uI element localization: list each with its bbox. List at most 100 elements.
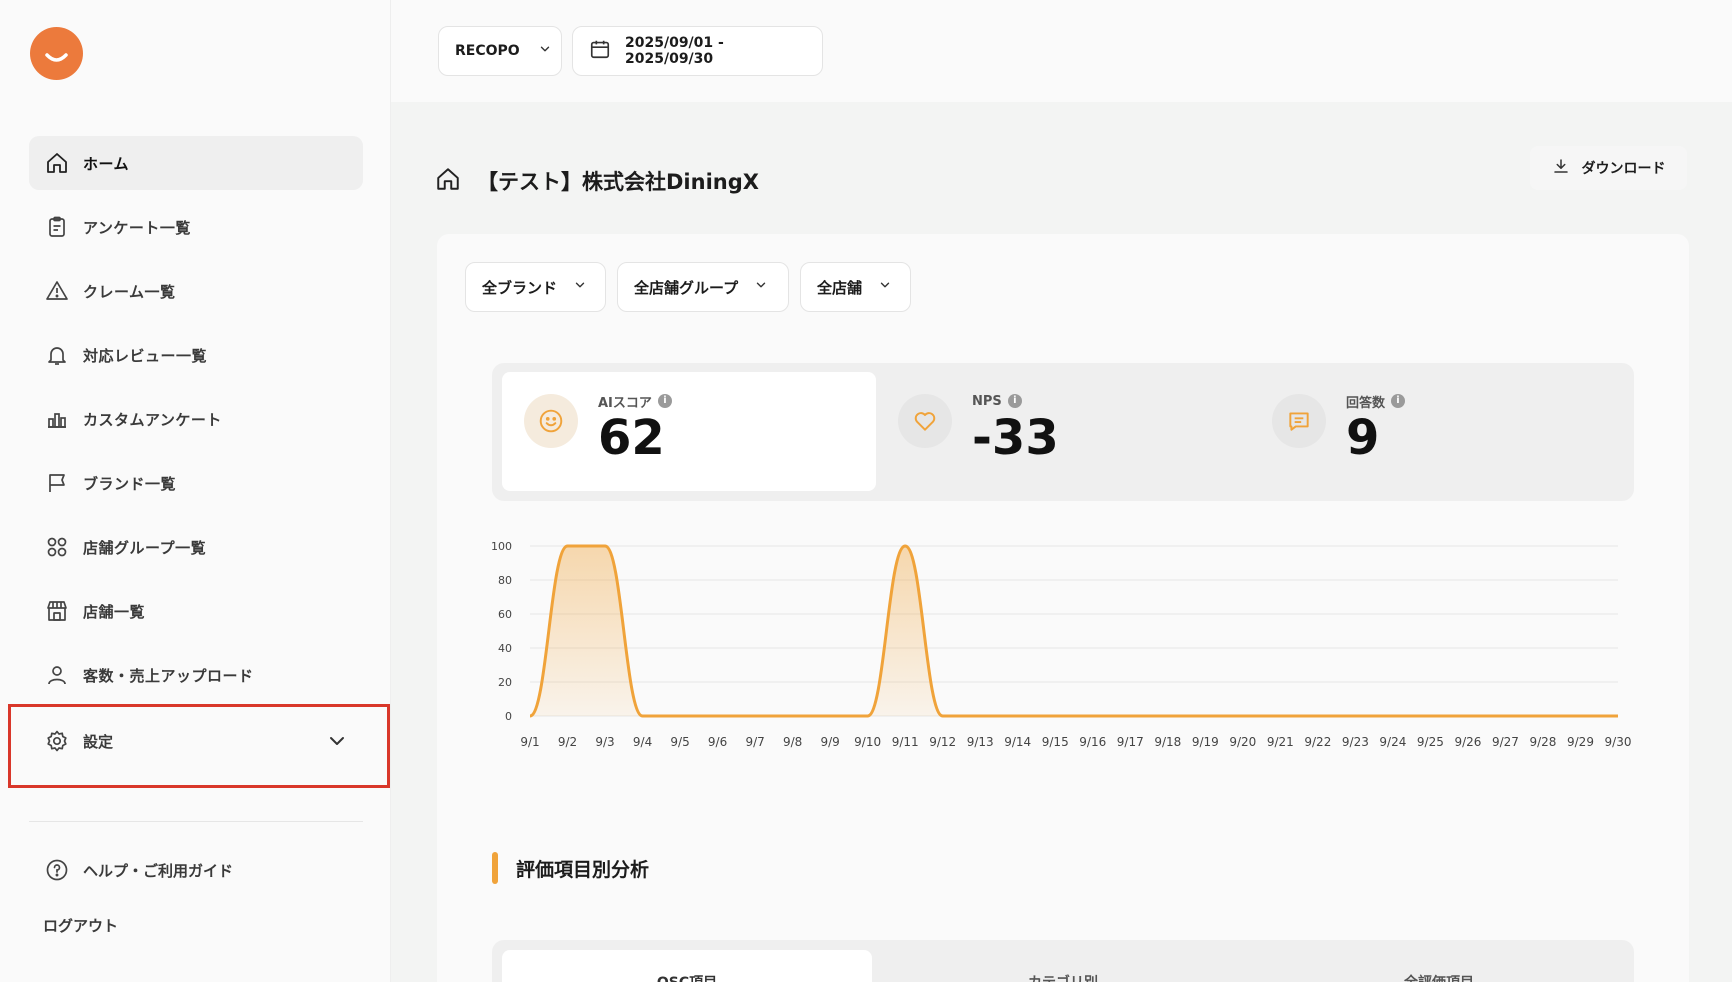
stat-nps: NPS i -33 (898, 392, 1059, 464)
sidebar-item-store-groups[interactable]: 店舗グループ一覧 (29, 520, 363, 574)
x-tick-label: 9/10 (854, 735, 881, 749)
series-line (529, 544, 1618, 718)
info-icon[interactable]: i (1391, 394, 1406, 408)
y-tick-label: 100 (491, 540, 512, 553)
x-tick-label: 9/20 (1229, 735, 1256, 749)
sidebar-item-help[interactable]: ヘルプ・ご利用ガイド (29, 843, 363, 897)
grid-icon (43, 533, 71, 561)
sidebar-item-reviews[interactable]: 対応レビュー一覧 (29, 328, 363, 382)
area-fill (530, 546, 1618, 716)
date-range-picker[interactable]: 2025/09/01 - 2025/09/30 (572, 26, 823, 76)
chevron-down-icon (573, 278, 587, 296)
x-tick-label: 9/24 (1379, 735, 1406, 749)
store-group-filter-value: 全店舗グループ (634, 278, 739, 297)
download-icon (1552, 157, 1570, 179)
tab-category[interactable]: カテゴリ別 (878, 940, 1248, 982)
sidebar-item-settings[interactable]: 設定 (29, 714, 363, 768)
sidebar-item-upload[interactable]: 客数・売上アップロード (29, 648, 363, 702)
home-icon (43, 149, 71, 177)
x-tick-label: 9/25 (1417, 735, 1444, 749)
heart-icon (898, 394, 952, 448)
app-logo[interactable] (30, 27, 83, 80)
x-tick-label: 9/14 (1004, 735, 1031, 749)
stat-label: 回答数 (1346, 395, 1386, 411)
sidebar: ホーム アンケート一覧 クレーム一覧 対応レビュー一覧 カスタムアンケート ブラ… (0, 0, 391, 982)
x-tick-label: 9/2 (558, 735, 577, 749)
page-header: 【テスト】株式会社DiningX (435, 166, 759, 196)
chevron-down-icon (538, 42, 552, 60)
x-tick-label: 9/3 (595, 735, 614, 749)
info-icon[interactable]: i (1007, 394, 1022, 408)
y-tick-label: 0 (505, 710, 512, 723)
info-icon[interactable]: i (657, 394, 672, 408)
x-tick-label: 9/4 (633, 735, 652, 749)
section-header: 評価項目別分析 (492, 852, 649, 884)
sidebar-item-claims[interactable]: クレーム一覧 (29, 264, 363, 318)
x-tick-label: 9/13 (967, 735, 994, 749)
sidebar-divider (29, 821, 363, 822)
section-title: 評価項目別分析 (516, 858, 650, 881)
download-label: ダウンロード (1581, 161, 1666, 177)
sidebar-item-label: 設定 (83, 732, 114, 751)
y-tick-label: 80 (498, 574, 512, 587)
sidebar-item-label: ブランド一覧 (83, 474, 177, 493)
stat-value: 9 (1346, 410, 1380, 466)
sidebar-item-label: 店舗グループ一覧 (83, 538, 207, 557)
stat-responses: 回答数 i 9 (1272, 392, 1406, 466)
chevron-down-icon[interactable] (325, 729, 349, 757)
smile-icon (524, 394, 578, 448)
x-tick-label: 9/12 (929, 735, 956, 749)
sidebar-item-custom-survey[interactable]: カスタムアンケート (29, 392, 363, 446)
sidebar-item-brands[interactable]: ブランド一覧 (29, 456, 363, 510)
clipboard-icon (43, 213, 71, 241)
store-filter[interactable]: 全店舗 (800, 262, 911, 312)
sidebar-item-label: クレーム一覧 (83, 282, 176, 301)
tab-all-items[interactable]: 全評価項目 (1254, 940, 1624, 982)
analysis-tabs: OSC項目 カテゴリ別 全評価項目 (492, 940, 1634, 982)
x-tick-label: 9/17 (1117, 735, 1144, 749)
store-filter-value: 全店舗 (817, 278, 863, 297)
sidebar-item-label: 客数・売上アップロード (83, 666, 254, 685)
store-group-filter[interactable]: 全店舗グループ (617, 262, 789, 312)
y-tick-label: 20 (498, 676, 512, 689)
download-button[interactable]: ダウンロード (1530, 146, 1687, 190)
stat-label: AIスコア (598, 395, 652, 411)
sidebar-item-label: 店舗一覧 (83, 602, 146, 621)
tab-osc[interactable]: OSC項目 (502, 950, 872, 982)
stat-label: NPS (972, 393, 1002, 409)
warning-icon (43, 277, 71, 305)
stat-value: 62 (598, 410, 665, 466)
stat-ai-score: AIスコア i 62 (524, 392, 672, 464)
flag-icon (43, 469, 71, 497)
x-tick-label: 9/19 (1192, 735, 1219, 749)
chevron-down-icon (878, 278, 892, 296)
user-icon (43, 661, 71, 689)
ai-score-chart: 0 20 40 60 80 100 9/1 9/2 9/3 9/4 9/5 9/6 9/7 9/8 9/9 9… (491, 540, 1632, 749)
bell-icon (43, 341, 71, 369)
page-title: 【テスト】株式会社DiningX (477, 170, 759, 194)
help-icon (43, 856, 71, 884)
sidebar-item-label: アンケート一覧 (83, 218, 191, 237)
company-select-value: RECOPO (455, 43, 520, 59)
x-tick-label: 9/9 (820, 735, 839, 749)
y-tick-label: 60 (498, 608, 512, 621)
section-accent-bar (492, 852, 498, 884)
store-icon (43, 597, 71, 625)
sidebar-item-surveys[interactable]: アンケート一覧 (29, 200, 363, 254)
sidebar-item-stores[interactable]: 店舗一覧 (29, 584, 363, 638)
x-tick-label: 9/30 (1605, 735, 1632, 749)
company-select[interactable]: RECOPO (438, 26, 562, 76)
brand-filter[interactable]: 全ブランド (465, 262, 606, 312)
x-tick-label: 9/21 (1267, 735, 1294, 749)
calendar-icon (589, 38, 611, 64)
x-tick-label: 9/1 (520, 735, 539, 749)
sidebar-item-label: カスタムアンケート (83, 410, 222, 429)
x-tick-label: 9/15 (1042, 735, 1069, 749)
date-range-value: 2025/09/01 - 2025/09/30 (625, 35, 724, 67)
x-tick-label: 9/26 (1454, 735, 1481, 749)
sidebar-item-home[interactable]: ホーム (29, 136, 363, 190)
logout-link[interactable]: ログアウト (43, 915, 118, 936)
x-tick-label: 9/18 (1154, 735, 1181, 749)
bar-chart-icon (43, 405, 71, 433)
message-icon (1272, 394, 1326, 448)
